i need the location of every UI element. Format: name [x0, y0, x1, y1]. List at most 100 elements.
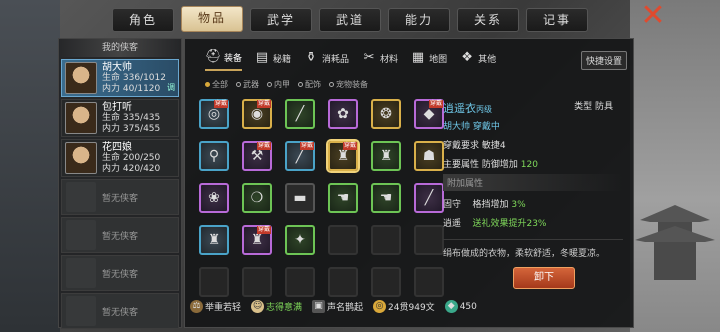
map-icon: ▦ — [411, 50, 425, 65]
unequip-button[interactable]: 卸下 — [513, 267, 575, 289]
subtab-materials[interactable]: ✂ 材料 — [361, 45, 398, 71]
empty-label: 暂无侠客 — [102, 307, 139, 318]
background-left — [0, 0, 60, 332]
item-slot[interactable]: ❂ — [371, 99, 401, 129]
armor-icon: ⛑ — [205, 49, 222, 64]
subtab-equipment[interactable]: ⛑ 装备 — [205, 45, 243, 71]
tab-journal[interactable]: 记事 — [526, 8, 588, 32]
empty-item-slot — [414, 267, 444, 297]
quick-settings-button[interactable]: 快捷设置 — [580, 51, 627, 70]
hero-name: 包打听 — [102, 101, 132, 113]
status-bar: ⚖ 举重若轻 ☺ 志得意满 ▣ 声名鹊起 ◎ 24贯949文 ◆ 450 — [190, 300, 477, 313]
status-weight: ⚖ 举重若轻 — [190, 300, 241, 313]
empty-avatar — [66, 296, 96, 326]
item-main-attr: 主要属性 防御增加 120 — [443, 160, 538, 170]
gem-icon: ◆ — [444, 300, 458, 313]
item-slot[interactable]: ◉ 穿戴 — [242, 99, 272, 129]
hero-item[interactable]: 花四娘 生命 200/250 内力 420/420 — [61, 139, 179, 177]
potion-icon: ⚱ — [305, 50, 317, 65]
subtab-manuals[interactable]: ▤ 秘籍 — [254, 45, 291, 71]
material-icon: ✂ — [363, 50, 375, 65]
hero-hp: 生命 200/250 — [102, 152, 161, 163]
item-slot[interactable]: ✿ — [328, 99, 358, 129]
empty-label: 暂无侠客 — [102, 269, 139, 280]
tab-martial-arts[interactable]: 武学 — [250, 8, 312, 32]
weight-icon: ⚖ — [190, 300, 203, 313]
book-icon: ▤ — [255, 50, 269, 65]
adjust-tag[interactable]: 调 — [167, 82, 175, 93]
subtab-consumables[interactable]: ⚱ 消耗品 — [303, 45, 349, 71]
empty-hero-slot: 暂无侠客 — [61, 179, 179, 215]
filter-armor[interactable]: 内甲 — [267, 79, 290, 90]
filter-bar: 全部 武器 内甲 配饰 宠物装备 — [205, 79, 368, 90]
item-grade: 丙级 — [476, 105, 492, 114]
item-slot[interactable]: ╱ — [414, 183, 444, 213]
item-slot[interactable]: ╱ — [285, 99, 315, 129]
tab-role[interactable]: 角色 — [112, 8, 174, 32]
item-type: 类型 防具 — [574, 102, 613, 112]
item-slot[interactable]: ♜ — [371, 141, 401, 171]
close-x-icon[interactable]: ✕ — [640, 1, 666, 31]
sidebar-title: 我的侠客 — [59, 39, 181, 57]
item-slot[interactable]: ♜ 穿戴 — [242, 225, 272, 255]
item-slot[interactable]: ◎ 穿戴 — [199, 99, 229, 129]
item-slot[interactable]: ❀ — [199, 183, 229, 213]
empty-label: 暂无侠客 — [102, 231, 139, 242]
avatar — [65, 62, 97, 94]
item-slot[interactable]: ☗ — [414, 141, 444, 171]
background-right — [630, 0, 720, 332]
item-slot[interactable]: ▬ — [285, 183, 315, 213]
tab-ability[interactable]: 能力 — [388, 8, 450, 32]
top-tab-bar: 角色 物品 武学 武道 能力 关系 记事 — [112, 6, 612, 34]
empty-avatar — [66, 258, 96, 288]
item-slot[interactable]: ✦ — [285, 225, 315, 255]
filter-all[interactable]: 全部 — [205, 79, 228, 90]
empty-item-slot — [328, 267, 358, 297]
item-slot[interactable]: ⚲ — [199, 141, 229, 171]
item-slot[interactable]: ╱ 穿戴 — [285, 141, 315, 171]
item-name: 逍遥衣 — [443, 102, 476, 115]
item-slot[interactable]: ☚ — [371, 183, 401, 213]
tab-wudao[interactable]: 武道 — [319, 8, 381, 32]
hero-item[interactable]: 包打听 生命 335/435 内力 375/455 — [61, 99, 179, 137]
empty-item-slot — [199, 267, 229, 297]
status-mood: ☺ 志得意满 — [251, 300, 303, 313]
empty-item-slot — [371, 225, 401, 255]
coin-icon: ◎ — [373, 300, 387, 313]
status-money: ◎ 24贯949文 — [373, 300, 435, 313]
empty-hero-slot: 暂无侠客 — [61, 217, 179, 253]
hero-name: 胡大帅 — [102, 61, 132, 73]
item-fix-attr-2: 逍遥 送礼效果提升23% — [443, 219, 547, 229]
pagoda-silhouette — [635, 205, 715, 280]
hero-mp: 内力 375/455 — [102, 123, 161, 134]
subtab-map[interactable]: ▦ 地图 — [410, 45, 447, 71]
tab-relations[interactable]: 关系 — [457, 8, 519, 32]
tab-items[interactable]: 物品 — [181, 6, 243, 32]
filter-pet-gear[interactable]: 宠物装备 — [329, 79, 368, 90]
hero-mp: 内力 40/1120 — [102, 83, 161, 94]
item-slot[interactable]: ◆ 穿戴 — [414, 99, 444, 129]
item-slot[interactable]: ❍ — [242, 183, 272, 213]
hero-item[interactable]: 胡大帅 生命 336/1012 内力 40/1120 调 — [61, 59, 179, 97]
item-slot[interactable]: ☚ — [328, 183, 358, 213]
item-requirement: 穿戴要求 敏捷4 — [443, 141, 506, 151]
hero-hp: 生命 336/1012 — [102, 72, 166, 83]
item-slot[interactable]: ♜ — [199, 225, 229, 255]
empty-item-slot — [285, 267, 315, 297]
empty-item-slot — [328, 225, 358, 255]
face-icon: ☺ — [251, 300, 265, 313]
item-description: 绢布做成的衣物，柔软舒适，冬暖夏凉。 — [443, 239, 623, 259]
hero-hp: 生命 335/435 — [102, 112, 161, 123]
item-grid: ◎ 穿戴 ◉ 穿戴 ╱ ✿ ❂ ◆ 穿戴 ⚲ ⚒ 穿戴 ╱ 穿戴 ♜ 穿戴 ♜ ☗ ❀ ❍ … — [199, 99, 444, 297]
other-icon: ❖ — [461, 50, 473, 65]
empty-item-slot — [371, 267, 401, 297]
fame-icon: ▣ — [312, 300, 326, 313]
item-slot-selected[interactable]: ♜ 穿戴 — [328, 141, 358, 171]
avatar — [65, 142, 97, 174]
empty-avatar — [66, 220, 96, 250]
item-detail: 逍遥衣丙级 类型 防具 胡大帅 穿戴中 穿戴要求 敏捷4 主要属性 防御增加 1… — [443, 97, 623, 259]
filter-weapon[interactable]: 武器 — [236, 79, 259, 90]
subtab-other[interactable]: ❖ 其他 — [459, 45, 496, 71]
filter-accessory[interactable]: 配饰 — [298, 79, 321, 90]
item-slot[interactable]: ⚒ 穿戴 — [242, 141, 272, 171]
